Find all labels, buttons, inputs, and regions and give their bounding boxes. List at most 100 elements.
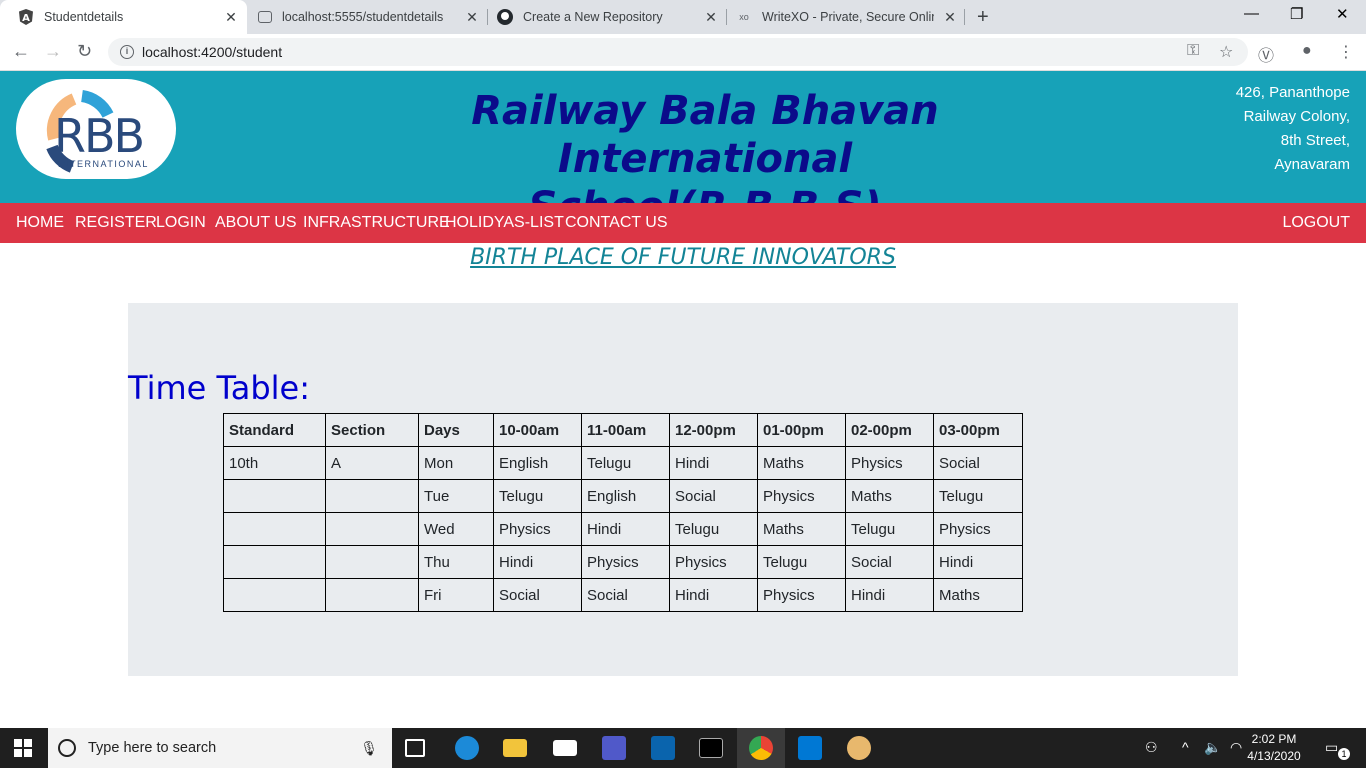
- table-cell: Physics: [493, 512, 582, 546]
- nav-register[interactable]: REGISTER: [75, 214, 157, 232]
- column-header: 02-00pm: [845, 413, 934, 447]
- main-navbar: HOME REGISTER LOGIN ABOUT US INFRASTRUCT…: [0, 203, 1366, 243]
- column-header: 01-00pm: [757, 413, 846, 447]
- table-cell: Physics: [845, 446, 934, 480]
- reload-icon[interactable]: ↻: [77, 41, 92, 62]
- restore-icon[interactable]: ❐: [1290, 5, 1303, 23]
- nav-about-us[interactable]: ABOUT US: [215, 214, 297, 232]
- table-cell: Social: [669, 479, 758, 513]
- table-cell: Hindi: [581, 512, 670, 546]
- wifi-icon[interactable]: ◠: [1230, 739, 1242, 756]
- close-tab-icon[interactable]: ✕: [942, 9, 958, 25]
- tab-separator: [964, 9, 965, 25]
- nav-home[interactable]: HOME: [16, 214, 64, 232]
- close-window-icon[interactable]: ✕: [1336, 5, 1349, 23]
- timetable-heading: Time Table:: [128, 369, 311, 407]
- table-cell: Physics: [933, 512, 1023, 546]
- forward-icon[interactable]: →: [44, 41, 62, 62]
- nav-contact-us[interactable]: CONTACT US: [565, 214, 668, 232]
- table-cell: Telugu: [757, 545, 846, 579]
- cortana-icon: [58, 739, 76, 757]
- address-line: Aynavaram: [1274, 156, 1350, 173]
- table-row: Thu Hindi Physics Physics Telugu Social …: [223, 545, 1023, 579]
- table-cell: Maths: [757, 446, 846, 480]
- mail-icon[interactable]: [553, 740, 577, 756]
- tab-title: WriteXO - Private, Secure Online: [762, 10, 934, 24]
- tab-localhost-5555[interactable]: localhost:5555/studentdetails ✕: [240, 0, 488, 34]
- teams-icon[interactable]: [602, 736, 626, 760]
- table-cell: Physics: [669, 545, 758, 579]
- table-cell: Hindi: [669, 446, 758, 480]
- table-cell: Social: [933, 446, 1023, 480]
- table-cell: English: [581, 479, 670, 513]
- xo-icon: xo: [739, 12, 749, 22]
- school-title-line1: Railway Bala Bhavan International: [471, 88, 939, 182]
- table-cell: [223, 512, 326, 546]
- table-cell: Social: [581, 578, 670, 612]
- vscode-icon[interactable]: [798, 736, 822, 760]
- microphone-icon[interactable]: 🎙: [360, 740, 378, 757]
- column-header: 12-00pm: [669, 413, 758, 447]
- table-cell: Maths: [845, 479, 934, 513]
- volume-icon[interactable]: 🔈: [1204, 739, 1221, 756]
- terminal-icon[interactable]: [699, 738, 723, 758]
- angular-icon: A: [18, 9, 34, 25]
- paint-icon[interactable]: [847, 736, 871, 760]
- column-header: 11-00am: [581, 413, 670, 447]
- site-info-icon[interactable]: i: [120, 45, 134, 59]
- taskbar-search-box[interactable]: Type here to search 🎙: [48, 728, 392, 768]
- chevron-up-icon[interactable]: ^: [1182, 739, 1189, 755]
- close-tab-icon[interactable]: ✕: [703, 9, 719, 25]
- nav-logout[interactable]: LOGOUT: [1282, 214, 1350, 232]
- clock-date: 4/13/2020: [1247, 749, 1301, 763]
- clock-time: 2:02 PM: [1251, 732, 1297, 746]
- system-clock[interactable]: 2:02 PM 4/13/2020: [1244, 731, 1304, 765]
- star-icon[interactable]: ☆: [1219, 42, 1233, 62]
- notification-count-badge: 1: [1338, 748, 1350, 760]
- table-cell: Telugu: [581, 446, 670, 480]
- notification-icon[interactable]: ▭: [1325, 739, 1338, 756]
- tab-studentdetails[interactable]: A Studentdetails ✕: [0, 0, 247, 34]
- column-header: Days: [418, 413, 494, 447]
- chrome-icon[interactable]: [749, 736, 773, 760]
- column-header: Section: [325, 413, 419, 447]
- table-row: Tue Telugu English Social Physics Maths …: [223, 479, 1023, 513]
- vivaldi-extension-icon[interactable]: Ⓥ: [1258, 42, 1274, 66]
- close-tab-icon[interactable]: ✕: [223, 9, 239, 25]
- timetable-table: Standard Section Days 10-00am 11-00am 12…: [223, 413, 1023, 612]
- logo-text: RBB: [54, 109, 145, 163]
- edge-icon[interactable]: [455, 736, 479, 760]
- address-line: 8th Street,: [1280, 132, 1350, 149]
- table-cell: Thu: [418, 545, 494, 579]
- school-logo: RBB INTERNATIONAL: [16, 79, 176, 179]
- tab-writexo[interactable]: xo WriteXO - Private, Secure Online ✕: [718, 0, 966, 34]
- close-tab-icon[interactable]: ✕: [464, 9, 480, 25]
- nav-login[interactable]: LOGIN: [156, 214, 206, 232]
- omnibox[interactable]: i localhost:4200/student: [108, 38, 1248, 66]
- new-tab-icon[interactable]: +: [977, 6, 989, 29]
- url-text[interactable]: localhost:4200/student: [142, 44, 282, 60]
- key-icon[interactable]: ⚿: [1187, 42, 1199, 60]
- table-cell: Maths: [933, 578, 1023, 612]
- table-cell: Hindi: [669, 578, 758, 612]
- menu-icon[interactable]: ⋮: [1338, 42, 1354, 62]
- table-cell: [325, 512, 419, 546]
- table-cell: Fri: [418, 578, 494, 612]
- outlook-icon[interactable]: [651, 736, 675, 760]
- back-icon[interactable]: ←: [12, 41, 30, 62]
- column-header: 03-00pm: [933, 413, 1023, 447]
- tab-github[interactable]: Create a New Repository ✕: [479, 0, 727, 34]
- profile-icon[interactable]: ●: [1302, 42, 1312, 60]
- table-cell: [223, 479, 326, 513]
- nav-holidays-list[interactable]: HOLIDYAS-LIST: [445, 214, 564, 232]
- minimize-icon[interactable]: —: [1244, 5, 1259, 22]
- search-placeholder: Type here to search: [88, 740, 217, 756]
- people-icon[interactable]: ⚇: [1145, 739, 1158, 756]
- file-explorer-icon[interactable]: [503, 739, 527, 757]
- tab-title: Create a New Repository: [523, 10, 663, 24]
- task-view-icon[interactable]: [405, 739, 425, 757]
- table-cell: Social: [493, 578, 582, 612]
- nav-infrastructure[interactable]: INFRASTRUCTURE: [303, 214, 450, 232]
- table-cell: Hindi: [933, 545, 1023, 579]
- windows-start-icon[interactable]: [14, 739, 32, 757]
